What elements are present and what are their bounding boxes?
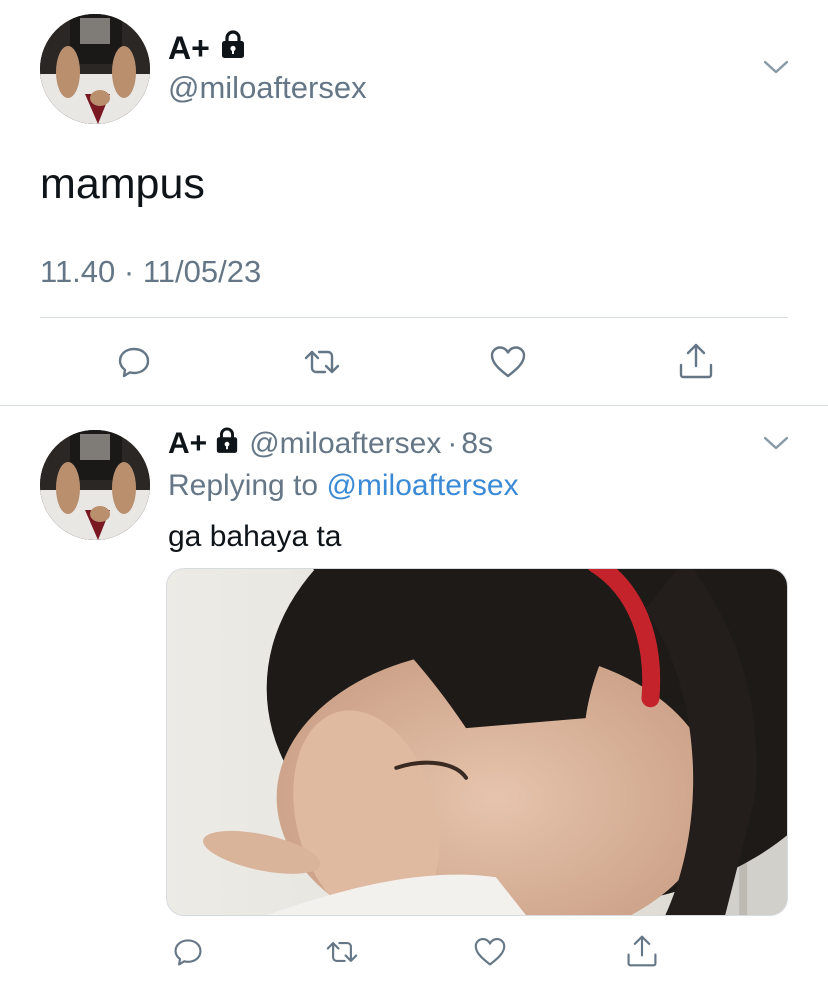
avatar-image (40, 430, 150, 540)
share-icon (679, 343, 713, 379)
replying-to-mention[interactable]: @miloaftersex (326, 469, 518, 502)
retweet-icon (304, 350, 340, 374)
share-button[interactable] (622, 930, 662, 972)
separator-dot: · (447, 427, 458, 460)
retweet-button[interactable] (320, 932, 364, 972)
replying-to-prefix: Replying to (168, 469, 319, 502)
reply-button[interactable] (168, 932, 208, 972)
lock-icon (220, 29, 246, 67)
like-button[interactable] (486, 340, 530, 384)
divider (0, 405, 828, 406)
reply-button[interactable] (112, 340, 156, 384)
reply-icon (174, 939, 202, 966)
share-button[interactable] (674, 338, 718, 384)
like-button[interactable] (470, 932, 510, 972)
display-name[interactable]: A+ (168, 30, 246, 66)
avatar[interactable] (40, 14, 150, 124)
chevron-down-icon[interactable] (762, 56, 790, 78)
heart-icon (474, 938, 506, 966)
divider (40, 317, 788, 318)
display-name[interactable]: A+ @miloaftersex · 8s (168, 426, 493, 462)
tweet-age[interactable]: 8s (461, 427, 493, 461)
display-name-text: A+ (168, 427, 208, 460)
tweet-text: mampus (40, 160, 205, 208)
reply-icon (118, 347, 150, 378)
tweet-media-image[interactable] (166, 568, 788, 916)
share-icon (627, 935, 657, 967)
handle[interactable]: @miloaftersex (168, 70, 367, 106)
retweet-button[interactable] (298, 340, 346, 384)
lock-icon (215, 426, 239, 462)
heart-icon (490, 346, 526, 378)
avatar-image (40, 14, 150, 124)
replying-to-line: Replying to @miloaftersex (168, 469, 519, 503)
avatar[interactable] (40, 430, 150, 540)
media-image (167, 569, 787, 915)
chevron-down-icon[interactable] (762, 432, 790, 454)
tweet-text: ga bahaya ta (168, 520, 342, 553)
handle[interactable]: @miloaftersex (249, 427, 441, 461)
retweet-icon (326, 942, 358, 962)
display-name-text: A+ (168, 29, 210, 66)
timestamp[interactable]: 11.40 · 11/05/23 (40, 254, 261, 290)
